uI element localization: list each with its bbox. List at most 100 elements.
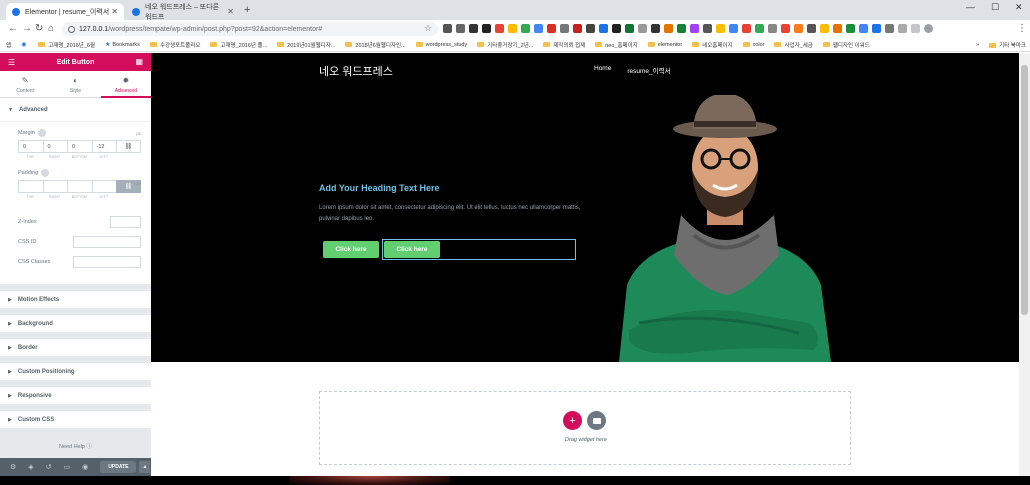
hamburger-icon[interactable]: ☰	[8, 58, 15, 67]
window-close-icon[interactable]: ✕	[1015, 2, 1023, 13]
section-responsive[interactable]: ▶ Responsive	[0, 387, 151, 404]
nav-home[interactable]: Home	[594, 65, 611, 75]
update-button[interactable]: UPDATE	[100, 461, 137, 473]
site-title[interactable]: 네오 워드프레스	[319, 63, 393, 79]
extension-icon[interactable]	[599, 24, 608, 33]
tab-content[interactable]: ✎ Content	[0, 71, 50, 97]
extension-icon[interactable]	[534, 24, 543, 33]
back-icon[interactable]: ←	[8, 23, 18, 35]
bookmark-item[interactable]: 사업자_세금	[774, 41, 813, 49]
bookmark-item[interactable]: 기타좋거장기_2년...	[477, 41, 533, 49]
extension-icon[interactable]	[638, 24, 647, 33]
responsive-mode-icon[interactable]: ▭	[64, 463, 71, 471]
extension-icon[interactable]	[456, 24, 465, 33]
bookmark-item[interactable]: 2019년01월웹디자...	[277, 41, 335, 49]
add-section-button[interactable]: +	[563, 411, 582, 430]
margin-left-input[interactable]: -12	[91, 140, 117, 153]
bookmark-item[interactable]: ★ Bookmarks	[105, 41, 140, 49]
extension-icon[interactable]	[612, 24, 621, 33]
home-icon[interactable]: ⌂	[48, 23, 54, 35]
extension-icon[interactable]	[755, 24, 764, 33]
section-border[interactable]: ▶ Border	[0, 339, 151, 356]
add-template-button[interactable]	[587, 411, 606, 430]
section-background[interactable]: ▶ Background	[0, 315, 151, 332]
bookmark-item[interactable]: ◉	[21, 41, 28, 48]
section-motion-effects[interactable]: ▶ Motion Effects	[0, 291, 151, 308]
extension-icon[interactable]	[664, 24, 673, 33]
bookmark-item[interactable]: 2018년6월웹디자인...	[345, 41, 406, 49]
padding-right-input[interactable]	[42, 180, 68, 193]
tab-style[interactable]: ◐ Style	[50, 71, 100, 97]
bookmark-item[interactable]: 네오홈페이지	[692, 41, 733, 49]
extension-icon[interactable]	[820, 24, 829, 33]
hero-text[interactable]: Lorem ipsum dolor sit amet, consectetur …	[319, 203, 581, 225]
bookmark-item[interactable]: 수강생포트폴리오	[149, 41, 200, 49]
margin-bottom-input[interactable]: 0	[67, 140, 93, 153]
extension-icon[interactable]	[469, 24, 478, 33]
extension-icon[interactable]	[742, 24, 751, 33]
info-icon[interactable]	[68, 25, 75, 33]
bookmark-item[interactable]: elementor	[647, 42, 682, 48]
extension-icon[interactable]	[586, 24, 595, 33]
extension-icon[interactable]	[807, 24, 816, 33]
tab-elementor[interactable]: Elementor | resume_이력서 ✕	[6, 3, 124, 20]
cssid-input[interactable]	[73, 235, 141, 248]
navigator-icon[interactable]: ◈	[28, 463, 33, 471]
bookmark-item[interactable]: 앱	[6, 41, 11, 49]
extension-icon[interactable]	[885, 24, 894, 33]
margin-unit[interactable]: px	[136, 131, 141, 136]
hero-section[interactable]: 네오 워드프레스 Home resume_이력서 Add Your Headin…	[151, 53, 1019, 362]
extension-icon[interactable]	[898, 24, 907, 33]
extension-icon[interactable]	[846, 24, 855, 33]
menu-icon[interactable]: ⋮	[1017, 23, 1027, 34]
update-options-icon[interactable]: ▲	[138, 461, 151, 473]
extension-icon[interactable]	[495, 24, 504, 33]
extension-icon[interactable]	[794, 24, 803, 33]
padding-bottom-input[interactable]	[67, 180, 93, 193]
extension-icon[interactable]	[521, 24, 530, 33]
extension-icon[interactable]	[716, 24, 725, 33]
hero-heading[interactable]: Add Your Heading Text Here	[319, 183, 440, 193]
extension-icon[interactable]	[651, 24, 660, 33]
padding-top-input[interactable]	[18, 180, 44, 193]
section-advanced[interactable]: ▼ Advanced	[0, 98, 151, 121]
new-tab-icon[interactable]: +	[244, 4, 250, 16]
extension-icon[interactable]	[911, 24, 920, 33]
bookmark-item[interactable]: 제작의뢰 접제	[543, 41, 585, 49]
extension-icon[interactable]	[443, 24, 452, 33]
close-icon[interactable]: ✕	[111, 7, 118, 16]
drop-zone[interactable]: + Drag widget here	[319, 391, 851, 465]
extension-icon[interactable]	[560, 24, 569, 33]
settings-icon[interactable]: ⚙	[10, 463, 16, 471]
extension-icon[interactable]	[482, 24, 491, 33]
scroll-thumb[interactable]	[1021, 65, 1028, 315]
click-here-button[interactable]: Click here	[323, 241, 379, 258]
extension-icon[interactable]	[573, 24, 582, 33]
forward-icon[interactable]: →	[22, 23, 32, 35]
padding-unit[interactable]: EM	[134, 181, 141, 186]
minimize-icon[interactable]: —	[966, 2, 975, 12]
responsive-icon[interactable]	[41, 169, 50, 177]
extension-icon[interactable]	[781, 24, 790, 33]
bookmarks-more-button[interactable]: »	[976, 42, 979, 48]
extension-icon[interactable]	[833, 24, 842, 33]
extension-icon[interactable]	[690, 24, 699, 33]
extension-icon[interactable]	[508, 24, 517, 33]
margin-top-input[interactable]: 0	[18, 140, 44, 153]
address-bar[interactable]: 127.0.0.1 /wordpress/tempate/wp-admin/po…	[62, 22, 438, 36]
reload-icon[interactable]: ↻	[35, 23, 43, 35]
extension-icon[interactable]	[859, 24, 868, 33]
bookmark-item[interactable]: 고재명_2016년 졸...	[210, 41, 267, 49]
margin-right-input[interactable]: 0	[42, 140, 68, 153]
bookmark-item[interactable]: neo_홈페이지	[595, 41, 638, 49]
bookmark-item[interactable]: color	[742, 42, 764, 48]
section-custom-positioning[interactable]: ▶ Custom Positioning	[0, 363, 151, 380]
zindex-input[interactable]	[110, 215, 141, 228]
maximize-icon[interactable]: ☐	[991, 2, 999, 13]
extension-icon[interactable]	[703, 24, 712, 33]
padding-left-input[interactable]	[91, 180, 117, 193]
preview-eye-icon[interactable]: ◉	[82, 463, 88, 471]
extension-icon[interactable]	[729, 24, 738, 33]
extension-icon[interactable]	[677, 24, 686, 33]
extension-icon[interactable]	[625, 24, 634, 33]
